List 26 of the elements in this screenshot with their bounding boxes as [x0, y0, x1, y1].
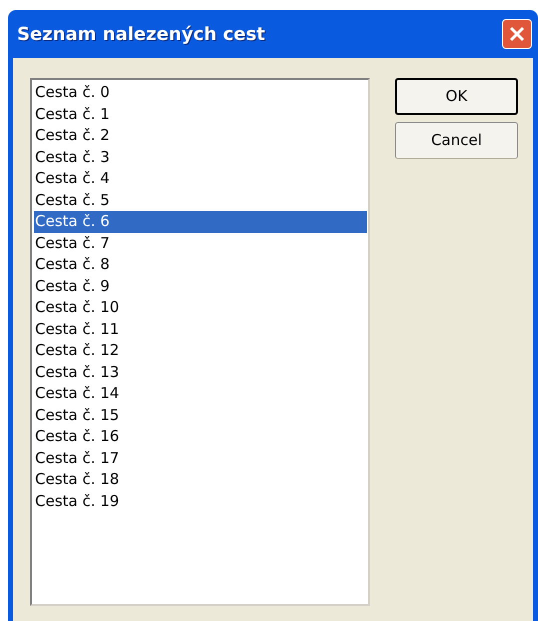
- list-item[interactable]: Cesta č. 1: [34, 104, 367, 125]
- dialog-button[interactable]: Cancel: [395, 122, 518, 159]
- list-item[interactable]: Cesta č. 2: [34, 125, 367, 146]
- list-item[interactable]: Cesta č. 10: [34, 297, 367, 318]
- list-item[interactable]: Cesta č. 4: [34, 168, 367, 190]
- list-item[interactable]: Cesta č. 6: [34, 211, 367, 232]
- list-item[interactable]: Cesta č. 0: [34, 82, 367, 104]
- list-box[interactable]: [30, 78, 370, 606]
- close-icon: [508, 25, 526, 43]
- list-item[interactable]: Cesta č. 14: [34, 383, 367, 404]
- list-item[interactable]: Cesta č. 12: [34, 340, 367, 362]
- dialog-button[interactable]: OK: [395, 78, 518, 115]
- list-item[interactable]: Cesta č. 18: [34, 469, 367, 490]
- list-item[interactable]: Cesta č. 19: [34, 490, 367, 512]
- list-item[interactable]: Cesta č. 15: [34, 404, 367, 426]
- list-item[interactable]: Cesta č. 16: [34, 426, 367, 448]
- window-title: Seznam nalezených cest: [17, 22, 266, 46]
- list-item[interactable]: Cesta č. 8: [34, 254, 367, 276]
- list-item[interactable]: Cesta č. 13: [34, 362, 367, 383]
- list-item[interactable]: Cesta č. 5: [34, 190, 367, 211]
- list-item[interactable]: Cesta č. 9: [34, 276, 367, 297]
- close-button[interactable]: [502, 19, 532, 49]
- list-item[interactable]: Cesta č. 11: [34, 318, 367, 340]
- list-item[interactable]: Cesta č. 17: [34, 448, 367, 469]
- list-item[interactable]: Cesta č. 7: [34, 232, 367, 254]
- list-item[interactable]: Cesta č. 3: [34, 146, 367, 168]
